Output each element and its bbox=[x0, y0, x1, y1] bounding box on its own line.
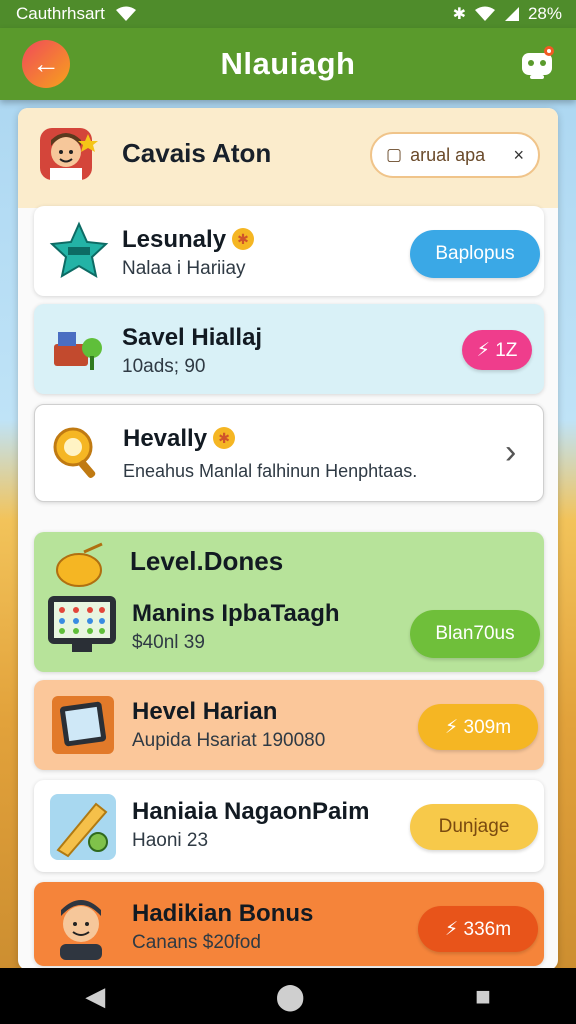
avatar bbox=[60, 900, 102, 960]
profile-name: Cavais Aton bbox=[122, 138, 272, 168]
coin-icon: ✱ bbox=[232, 227, 255, 250]
item-subtitle: $40nl 39 bbox=[132, 632, 205, 653]
star-ticket-icon bbox=[49, 221, 109, 279]
cell-signal-icon bbox=[504, 7, 519, 21]
action-button[interactable]: ⚡ 336m bbox=[418, 906, 538, 952]
item-title: Haniaia NagaonPaim bbox=[132, 798, 370, 825]
status-bar: Cauthrhsart ✱ 28% bbox=[0, 0, 576, 28]
list-item[interactable]: Haniaia NagaonPaim Haoni 23 Dunjage bbox=[34, 780, 544, 872]
level-section: Level.Dones Manins IpbaTaagh $40nl 39 Bl… bbox=[34, 532, 544, 672]
bluetooth-icon: ✱ bbox=[452, 6, 466, 23]
nav-recents-icon[interactable]: ■ bbox=[475, 981, 491, 1012]
robot-icon bbox=[522, 46, 554, 79]
battery-label: 28% bbox=[527, 4, 562, 23]
page-title: Nlauiagh bbox=[220, 46, 356, 81]
item-subtitle: Aupida Hsariat 190080 bbox=[132, 730, 326, 751]
trophy-icon bbox=[56, 542, 103, 587]
item-subtitle: Nalaa i Hariiay bbox=[122, 258, 246, 279]
pencil-ruler-icon bbox=[50, 794, 116, 860]
bookmark-icon: ▢ bbox=[386, 145, 403, 164]
tablet-icon bbox=[52, 696, 114, 754]
coin-icon: ✱ bbox=[213, 426, 236, 449]
filter-chip-label: arual apa bbox=[410, 144, 486, 165]
system-nav-bar: ◀ ⬤ ■ bbox=[0, 968, 576, 1024]
list-item[interactable]: Hadikian Bonus Canans $20fod ⚡ 336m bbox=[34, 882, 544, 966]
list-item[interactable]: Hevel Harian Aupida Hsariat 190080 ⚡ 309… bbox=[34, 680, 544, 770]
gift-box-icon bbox=[54, 332, 102, 370]
section-title: Level.Dones bbox=[130, 546, 284, 576]
action-button[interactable]: Dunjage bbox=[410, 804, 538, 850]
wifi-icon bbox=[115, 6, 136, 21]
action-button[interactable]: ⚡ 309m bbox=[418, 704, 538, 750]
item-subtitle: 10ads; 90 bbox=[122, 356, 206, 377]
profile-header: Cavais Aton ▢ arual apa × bbox=[18, 108, 558, 208]
close-icon[interactable]: × bbox=[513, 145, 524, 166]
avatar bbox=[40, 128, 98, 180]
carrier-label: Cauthrhsart bbox=[16, 4, 105, 23]
item-title: Hevally ✱ bbox=[123, 425, 236, 453]
magnifier-icon bbox=[53, 427, 96, 479]
item-title: Lesunaly ✱ bbox=[122, 226, 255, 254]
wifi-signal-icon bbox=[474, 6, 495, 21]
robot-button[interactable] bbox=[518, 44, 556, 82]
item-title: Manins IpbaTaagh bbox=[132, 600, 340, 627]
main-panel: Cavais Aton ▢ arual apa × Lesunaly ✱ Nala… bbox=[18, 108, 558, 970]
item-subtitle: Eneahus Manlal falhinun Henphtaas. bbox=[123, 461, 418, 481]
item-title: Savel Hiallaj bbox=[122, 324, 263, 351]
action-button[interactable]: Baplopus bbox=[410, 230, 540, 278]
filter-chip[interactable]: ▢ arual apa × bbox=[370, 132, 540, 178]
chevron-right-icon[interactable]: › bbox=[505, 433, 516, 472]
action-button[interactable]: Blan70us bbox=[410, 610, 540, 658]
list-item[interactable]: Lesunaly ✱ Nalaa i Hariiay Baplopus bbox=[34, 206, 544, 296]
nav-home-icon[interactable]: ⬤ bbox=[276, 981, 305, 1012]
item-subtitle: Canans $20fod bbox=[132, 932, 261, 953]
action-button[interactable]: ⚡ 1Z bbox=[462, 330, 532, 370]
monitor-icon bbox=[48, 596, 116, 652]
back-arrow-icon: ← bbox=[32, 48, 60, 79]
list-item[interactable]: Hevally ✱ Eneahus Manlal falhinun Henphta… bbox=[34, 404, 544, 502]
list-item[interactable]: Savel Hiallaj 10ads; 90 ⚡ 1Z bbox=[34, 304, 544, 394]
item-title: Hevel Harian bbox=[132, 698, 278, 725]
app-bar: ← Nlauiagh bbox=[0, 28, 576, 100]
item-title: Hadikian Bonus bbox=[132, 900, 314, 927]
back-button[interactable]: ← bbox=[22, 40, 70, 88]
nav-back-icon[interactable]: ◀ bbox=[85, 981, 105, 1012]
item-subtitle: Haoni 23 bbox=[132, 830, 209, 851]
